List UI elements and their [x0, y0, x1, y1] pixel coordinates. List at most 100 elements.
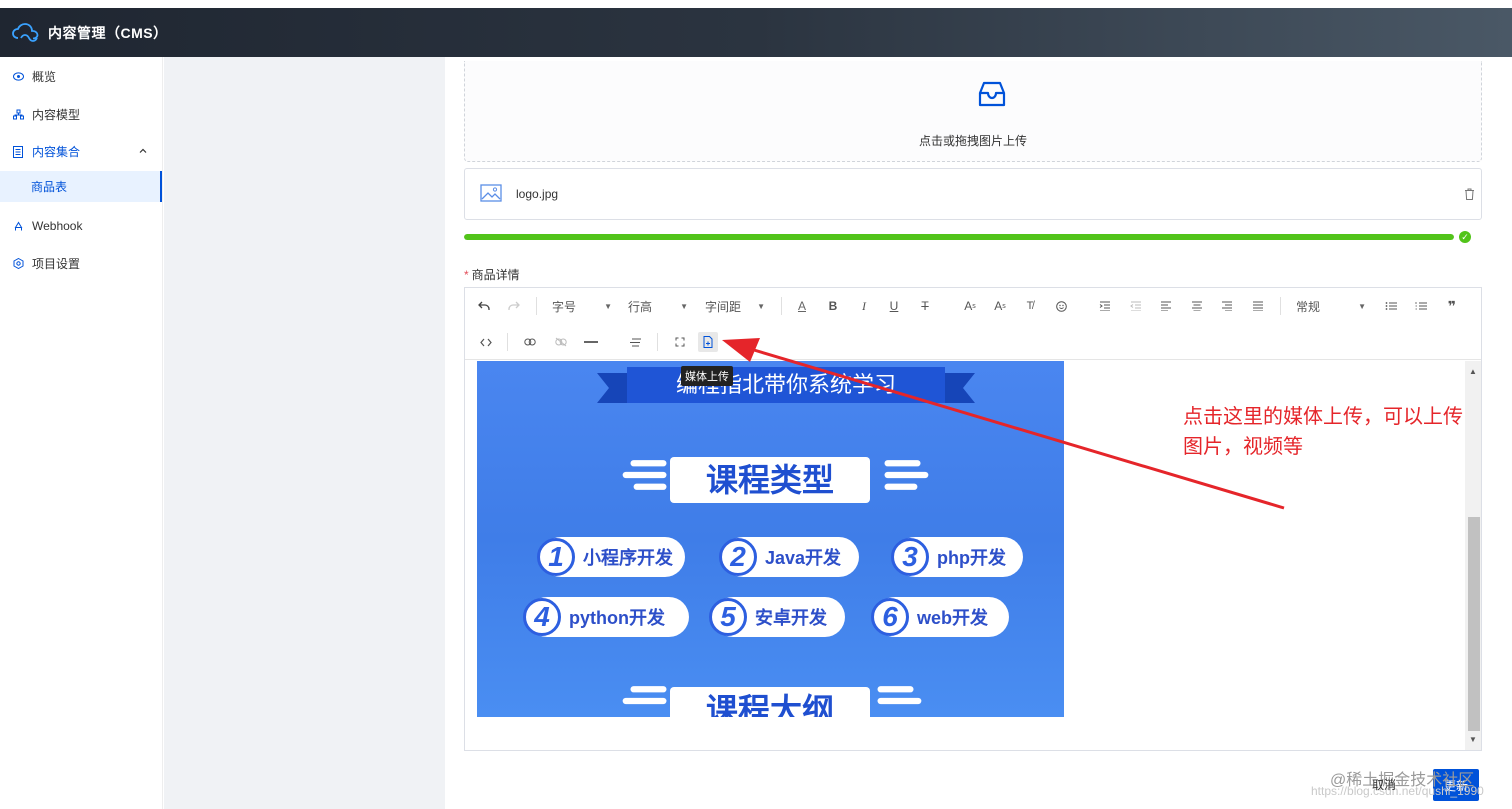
underline-icon[interactable]: U: [884, 296, 904, 316]
cancel-button[interactable]: 取消: [1372, 776, 1396, 793]
paragraph-format-icon[interactable]: [625, 332, 645, 352]
sidebar-item-label: 项目设置: [32, 257, 81, 272]
course-label: 小程序开发: [583, 548, 673, 568]
course-label: python开发: [569, 608, 665, 628]
media-upload-tooltip: 媒体上传: [681, 366, 733, 386]
sidebar-subitem-products[interactable]: 商品表: [0, 170, 162, 202]
font-color-icon[interactable]: A: [792, 296, 812, 316]
course-number: 5: [709, 598, 747, 636]
scroll-down-arrow-icon[interactable]: ▼: [1465, 732, 1481, 748]
course-number: 4: [523, 598, 561, 636]
unlink-icon[interactable]: [551, 332, 571, 352]
clear-format-icon[interactable]: T̸: [1020, 296, 1040, 316]
bold-icon[interactable]: B: [823, 296, 843, 316]
align-left-icon[interactable]: [1156, 296, 1176, 316]
caret-down-icon: ▼: [1358, 301, 1366, 311]
image-upload-dropzone[interactable]: 点击或拖拽图片上传: [464, 61, 1482, 162]
upload-hint: 点击或拖拽图片上传: [918, 134, 1027, 148]
fullscreen-icon[interactable]: [670, 332, 690, 352]
superscript-icon[interactable]: As: [960, 296, 980, 316]
sidebar-item-project-settings[interactable]: 项目设置: [0, 245, 162, 283]
italic-icon[interactable]: I: [854, 296, 874, 316]
trash-icon[interactable]: [1464, 188, 1475, 200]
toolbar-separator: [781, 297, 782, 315]
block-format-dropdown[interactable]: 常规 ▼: [1296, 296, 1366, 316]
course-item: 4 python开发: [523, 597, 689, 637]
required-marker: *: [464, 268, 469, 282]
sidebar-item-content-model[interactable]: 内容模型: [0, 96, 162, 134]
rich-text-editor: 字号 ▼ 行高 ▼ 字间距 ▼ A B I U T As As T̸ 常规 ▼ ❞: [464, 287, 1482, 751]
upload-progress-bar: [464, 234, 1454, 240]
red-annotation-text: 点击这里的媒体上传，可以上传 图片，视频等: [1183, 402, 1503, 462]
caret-down-icon: ▼: [757, 301, 765, 311]
font-size-dropdown[interactable]: 字号 ▼: [552, 296, 612, 316]
line-height-label: 行高: [628, 299, 653, 314]
sidebar-item-overview[interactable]: 概览: [0, 58, 162, 96]
annotation-line-1: 点击这里的媒体上传，可以上传: [1183, 406, 1463, 428]
block-format-label: 常规: [1296, 299, 1321, 314]
app-title: 内容管理（CMS）: [48, 24, 168, 41]
annotation-line-2: 图片，视频等: [1183, 436, 1303, 458]
cloud-logo-icon: [12, 22, 39, 42]
chevron-up-icon[interactable]: [138, 146, 148, 156]
dash-decoration-right: [877, 686, 922, 705]
app-header: 内容管理（CMS）: [0, 8, 1512, 57]
field-label-text: 商品详情: [471, 268, 520, 282]
eye-icon: [12, 71, 24, 83]
caret-down-icon: ▼: [680, 301, 688, 311]
undo-icon[interactable]: [474, 296, 494, 316]
letter-spacing-dropdown[interactable]: 字间距 ▼: [705, 296, 765, 316]
align-justify-icon[interactable]: [1248, 296, 1268, 316]
outdent-icon[interactable]: [1126, 296, 1146, 316]
align-center-icon[interactable]: [1187, 296, 1207, 316]
course-label: web开发: [917, 608, 989, 628]
ordered-list-icon[interactable]: [1411, 296, 1431, 316]
course-number: 1: [537, 538, 575, 576]
inbox-icon: [978, 81, 1006, 107]
banner-ribbon: 编程指北带你系统学习: [627, 367, 945, 403]
align-right-icon[interactable]: [1217, 296, 1237, 316]
blockquote-icon[interactable]: ❞: [1442, 296, 1462, 316]
line-height-dropdown[interactable]: 行高 ▼: [628, 296, 688, 316]
emoji-icon[interactable]: [1051, 296, 1071, 316]
course-number: 6: [871, 598, 909, 636]
scroll-up-arrow-icon[interactable]: ▲: [1465, 364, 1481, 380]
strikethrough-icon[interactable]: T: [915, 296, 935, 316]
bullet-list-icon[interactable]: [1381, 296, 1401, 316]
course-number: 2: [719, 538, 757, 576]
banner-heading-syllabus: 课程大纲: [670, 687, 870, 717]
dash-decoration-left: [622, 686, 667, 705]
toolbar-separator: [507, 333, 508, 351]
sidebar-item-webhook[interactable]: Webhook: [0, 208, 162, 246]
course-label: 安卓开发: [755, 608, 827, 628]
collection-icon: [12, 145, 24, 158]
subscript-icon[interactable]: As: [990, 296, 1010, 316]
sidebar-item-content-collection[interactable]: 内容集合: [0, 133, 162, 171]
course-item: 1 小程序开发: [537, 537, 685, 577]
toolbar-separator: [657, 333, 658, 351]
sidebar-item-label: Webhook: [32, 219, 83, 234]
image-file-icon: [480, 184, 502, 202]
model-icon: [12, 108, 24, 120]
upload-progress-fill: [464, 234, 1454, 240]
redo-icon[interactable]: [504, 296, 524, 316]
file-name: logo.jpg: [516, 187, 559, 201]
editor-toolbar: 字号 ▼ 行高 ▼ 字间距 ▼ A B I U T As As T̸ 常规 ▼ ❞: [465, 288, 1481, 360]
horizontal-rule-icon[interactable]: [581, 332, 601, 352]
code-view-icon[interactable]: [476, 332, 496, 352]
uploaded-file-row: logo.jpg: [464, 168, 1482, 220]
check-circle-icon: ✓: [1459, 231, 1471, 243]
sidebar-item-label: 内容模型: [32, 107, 81, 122]
field-label-product-details: * 商品详情: [464, 266, 520, 283]
scrollbar-thumb[interactable]: [1468, 517, 1480, 731]
course-item: 6 web开发: [871, 597, 1009, 637]
banner-heading-course-types: 课程类型: [670, 457, 870, 503]
toolbar-separator: [1280, 297, 1281, 315]
indent-icon[interactable]: [1095, 296, 1115, 316]
course-label: php开发: [937, 548, 1006, 568]
media-upload-icon[interactable]: [698, 332, 718, 352]
content-gutter: [164, 57, 445, 809]
course-item: 2 Java开发: [719, 537, 859, 577]
link-icon[interactable]: [520, 332, 540, 352]
caret-down-icon: ▼: [604, 301, 612, 311]
